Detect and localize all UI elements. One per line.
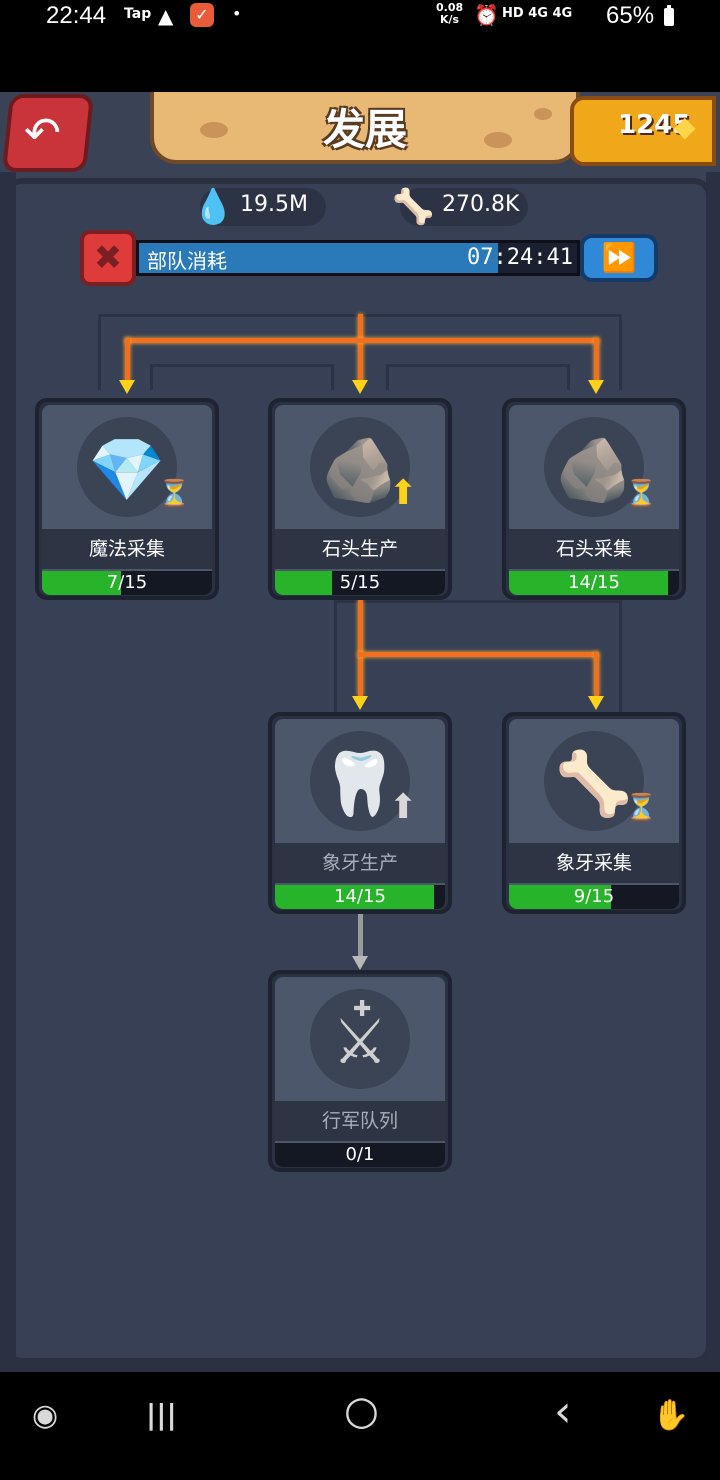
node-ivory-gathering[interactable]: 🦴 ⏳ 象牙采集 9/15 [502, 712, 686, 914]
node-progress-text: 5/15 [339, 572, 381, 593]
water-resource: 💧 19.5M [192, 187, 326, 227]
node-ivory-production[interactable]: 🦷 ⬆ 象牙生产 14/15 [268, 712, 452, 914]
water-amount: 19.5M [240, 192, 308, 217]
back-arrow-icon: ↶ [23, 108, 61, 159]
network-speed: 0.08 K/s [436, 2, 463, 26]
warning-icon: ▲ [158, 4, 174, 28]
connector-line [594, 652, 599, 696]
node-label: 行军队列 [321, 1110, 398, 1132]
arrow-down-icon [588, 696, 604, 710]
upgrade-arrow-icon: ⬆ [389, 473, 418, 513]
navigation-bar: ◉ ||| ○ ‹ ✋ [0, 1372, 720, 1480]
alarm-icon: ⏰ [474, 3, 499, 27]
queue-label: 部队消耗 [147, 249, 227, 273]
bone-resource: 🦴 270.8K [392, 187, 528, 227]
tusk-icon: 🦷 [321, 747, 399, 820]
node-progress-bar: 7/15 [42, 571, 212, 595]
node-progress-text: 14/15 [334, 886, 386, 907]
gem-plus-icon: ◆ [674, 110, 696, 143]
speed-up-button[interactable]: ⏩ [580, 234, 658, 282]
home-button[interactable]: ○ [344, 1388, 379, 1434]
node-progress-bar: 9/15 [509, 885, 679, 909]
title-banner: 发展 [150, 92, 580, 164]
channel-groove [386, 364, 570, 390]
node-stone-gathering[interactable]: 🪨 ⏳ 石头采集 14/15 [502, 398, 686, 600]
node-label: 石头生产 [321, 538, 398, 560]
recent-apps-button[interactable]: ||| [146, 1398, 177, 1431]
node-progress-text: 14/15 [568, 572, 620, 593]
connector-line [358, 314, 363, 384]
arrow-down-icon [588, 380, 604, 394]
node-stone-production[interactable]: 🪨 ⬆ 石头生产 5/15 [268, 398, 452, 600]
bone-amount: 270.8K [442, 192, 520, 217]
hourglass-icon: ⏳ [158, 479, 191, 509]
node-progress-text: 0/1 [345, 1144, 375, 1165]
page-title: 发展 [322, 105, 407, 154]
more-notifications-icon: • [232, 4, 242, 23]
game-tools-icon[interactable]: ◉ [32, 1398, 58, 1433]
network-speed-unit: K/s [440, 13, 460, 26]
arrow-down-icon [352, 380, 368, 394]
node-progress-bar: 0/1 [275, 1143, 445, 1167]
hourglass-icon: ⏳ [625, 793, 658, 823]
rock-border-bottom [0, 1358, 720, 1372]
tap-app-icon: Tap [124, 6, 152, 22]
node-progress-text: 7/15 [106, 572, 148, 593]
development-screen: ↶ 发展 1245 ◆ 💧 19.5M 🦴 270.8K ✖ 部队消耗 07:2… [0, 92, 720, 1372]
connector-line [125, 338, 130, 382]
cancel-queue-button[interactable]: ✖ [80, 230, 136, 286]
stone-icon: 🪨 [321, 433, 399, 506]
upgrade-arrow-icon: ⬆ [389, 787, 418, 827]
connector-line [125, 338, 599, 343]
node-progress-bar: 14/15 [275, 885, 445, 909]
bone-icon: 🦴 [392, 187, 435, 227]
battery-icon [664, 5, 674, 26]
troop-consumption-queue: ✖ 部队消耗 07:24:41 ⏩ [80, 230, 660, 286]
locked-arrow-down-icon [352, 956, 368, 970]
back-button[interactable]: ↶ [1, 94, 95, 172]
signal-icon: HD 4G 4G [502, 6, 573, 21]
rock-border-left [0, 172, 16, 1372]
channel-groove [150, 364, 334, 390]
node-progress-text: 9/15 [573, 886, 615, 907]
node-progress-bar: 5/15 [275, 571, 445, 595]
clock: 22:44 [46, 2, 107, 29]
locked-connector-line [358, 914, 363, 958]
queue-progress-bar: 部队消耗 07:24:41 [136, 240, 580, 276]
node-march-queue[interactable]: ⚔ ✚ 行军队列 0/1 [268, 970, 452, 1172]
node-magic-gathering[interactable]: 💎 ⏳ 魔法采集 7/15 [35, 398, 219, 600]
cross-icon: ✚ [353, 997, 372, 1022]
connector-line [358, 652, 598, 657]
check-notification-icon: ✓ [190, 3, 214, 27]
node-label: 魔法采集 [88, 538, 165, 560]
battery-percent: 65% [606, 2, 655, 29]
node-label: 象牙采集 [555, 852, 632, 874]
touch-lock-icon[interactable]: ✋ [652, 1398, 689, 1433]
back-nav-button[interactable]: ‹ [554, 1386, 572, 1437]
node-progress-bar: 14/15 [509, 571, 679, 595]
connector-line [594, 338, 599, 382]
gem-counter-button[interactable]: 1245 ◆ [570, 96, 716, 166]
arrow-down-icon [119, 380, 135, 394]
node-label: 石头采集 [555, 538, 632, 560]
status-bar: 22:44 Tap ▲ ✓ • 0.08 K/s ⏰ HD 4G 4G 65% [0, 0, 720, 34]
queue-timer: 07:24:41 [467, 245, 573, 270]
connector-line [358, 600, 363, 696]
node-label: 象牙生产 [321, 852, 398, 874]
rock-border-right [706, 172, 720, 1372]
arrow-down-icon [352, 696, 368, 710]
water-drop-icon: 💧 [192, 187, 235, 227]
hourglass-icon: ⏳ [625, 479, 658, 509]
